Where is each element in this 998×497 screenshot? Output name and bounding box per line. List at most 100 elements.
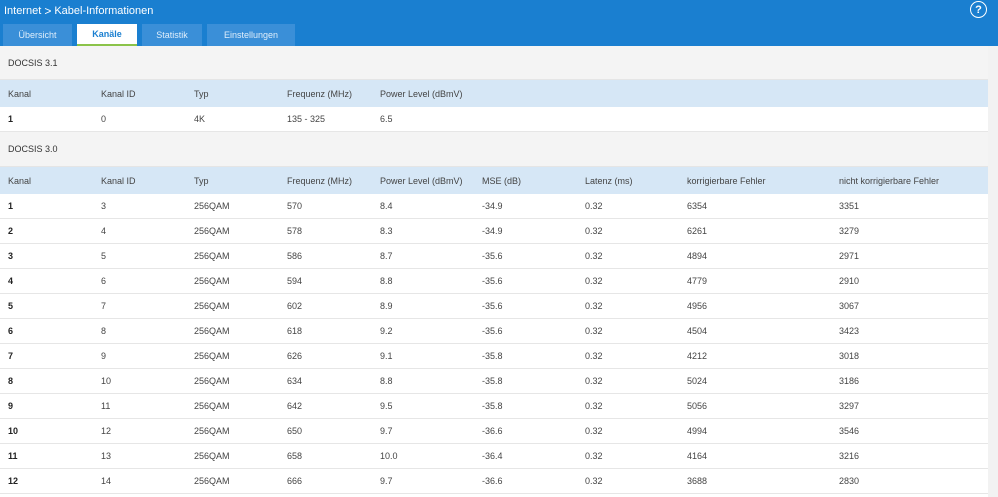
docsis30-header-cell: nicht korrigierbare Fehler xyxy=(839,175,940,186)
docsis30-cell: 602 xyxy=(287,301,303,311)
docsis31-cell: 4K xyxy=(194,114,206,124)
top-header-bar: Internet > Kabel-Informationen ? Übersic… xyxy=(0,0,998,46)
docsis30-cell: 256QAM xyxy=(194,376,230,386)
docsis30-cell: 0.32 xyxy=(585,476,603,486)
tab-uebersicht[interactable]: Übersicht xyxy=(3,24,72,46)
docsis30-cell: 634 xyxy=(287,376,303,386)
docsis30-cell: 8.8 xyxy=(380,376,393,386)
docsis30-cell: 4956 xyxy=(687,301,708,311)
docsis30-cell: 0.32 xyxy=(585,426,603,436)
docsis30-cell: 0.32 xyxy=(585,401,603,411)
docsis30-cell: 6 xyxy=(101,276,107,286)
docsis30-cell: -34.9 xyxy=(482,201,503,211)
docsis30-cell: 256QAM xyxy=(194,326,230,336)
docsis30-cell: 10.0 xyxy=(380,451,398,461)
docsis30-cell: 3067 xyxy=(839,301,860,311)
docsis30-table-row: 5 7 256QAM 602 8.9 -35.6 0.32 4956 3067 xyxy=(0,294,988,319)
docsis30-cell: 666 xyxy=(287,476,303,486)
docsis30-cell: 4 xyxy=(8,276,14,286)
docsis30-cell: 2830 xyxy=(839,476,860,486)
tab-einstellungen[interactable]: Einstellungen xyxy=(207,24,295,46)
docsis30-cell: 0.32 xyxy=(585,351,603,361)
docsis30-cell: 256QAM xyxy=(194,351,230,361)
docsis31-cell: 6.5 xyxy=(380,114,393,124)
docsis30-cell: 4 xyxy=(101,226,107,236)
docsis30-header-cell: Power Level (dBmV) xyxy=(380,175,463,186)
docsis30-cell: 256QAM xyxy=(194,301,230,311)
docsis30-cell: 642 xyxy=(287,401,303,411)
docsis30-cell: 10 xyxy=(101,376,112,386)
docsis30-section-title: DOCSIS 3.0 xyxy=(0,132,988,167)
docsis30-cell: 9.5 xyxy=(380,401,393,411)
docsis30-cell: 3546 xyxy=(839,426,860,436)
breadcrumb-current: Kabel-Informationen xyxy=(54,5,154,17)
docsis31-cell: 0 xyxy=(101,114,107,124)
docsis30-cell: 3297 xyxy=(839,401,860,411)
docsis30-cell: 9 xyxy=(101,351,107,361)
docsis30-cell: 11 xyxy=(101,401,111,411)
docsis30-cell: 2 xyxy=(8,226,14,236)
docsis31-table-row: 1 0 4K 135 - 325 6.5 xyxy=(0,107,988,132)
docsis30-cell: -35.6 xyxy=(482,251,503,261)
tab-bar: Übersicht Kanäle Statistik Einstellungen xyxy=(3,24,300,46)
docsis30-cell: 5056 xyxy=(687,401,708,411)
docsis30-cell: 3 xyxy=(101,201,107,211)
docsis30-cell: 0.32 xyxy=(585,276,603,286)
docsis30-cell: 3186 xyxy=(839,376,860,386)
docsis30-cell: 256QAM xyxy=(194,226,230,236)
docsis31-header-cell: Frequenz (MHz) xyxy=(287,88,353,99)
docsis30-cell: 5024 xyxy=(687,376,708,386)
docsis30-cell: 4994 xyxy=(687,426,708,436)
docsis30-table-row: 7 9 256QAM 626 9.1 -35.8 0.32 4212 3018 xyxy=(0,344,988,369)
docsis30-cell: 0.32 xyxy=(585,451,603,461)
docsis31-header-cell: Kanal ID xyxy=(101,88,136,99)
docsis31-header-cell: Power Level (dBmV) xyxy=(380,88,463,99)
docsis30-cell: 2971 xyxy=(839,251,860,261)
docsis30-cell: -35.8 xyxy=(482,401,503,411)
docsis30-cell: 9.1 xyxy=(380,351,393,361)
docsis30-header-cell: Latenz (ms) xyxy=(585,175,633,186)
docsis31-cell: 135 - 325 xyxy=(287,114,326,124)
docsis30-header-cell: Kanal ID xyxy=(101,175,136,186)
docsis30-table-row: 2 4 256QAM 578 8.3 -34.9 0.32 6261 3279 xyxy=(0,219,988,244)
docsis30-cell: 8.4 xyxy=(380,201,393,211)
docsis30-cell: 4164 xyxy=(687,451,708,461)
docsis30-cell: 8 xyxy=(101,326,107,336)
docsis30-cell: 0.32 xyxy=(585,301,603,311)
docsis31-table-header: Kanal Kanal ID Typ Frequenz (MHz) Power Leve… xyxy=(0,80,988,107)
docsis30-cell: 650 xyxy=(287,426,303,436)
docsis30-table-row: 11 13 256QAM 658 10.0 -36.4 0.32 4164 3216 xyxy=(0,444,988,469)
channel-content: DOCSIS 3.1 Kanal Kanal ID Typ Frequenz (MHz… xyxy=(0,46,988,494)
docsis30-cell: 14 xyxy=(101,476,112,486)
docsis30-cell: 3 xyxy=(8,251,14,261)
docsis30-cell: -36.6 xyxy=(482,426,503,436)
docsis30-cell: -35.8 xyxy=(482,351,503,361)
docsis30-cell: -35.6 xyxy=(482,326,503,336)
docsis30-cell: 0.32 xyxy=(585,251,603,261)
docsis30-cell: 11 xyxy=(8,451,18,461)
help-icon[interactable]: ? xyxy=(970,1,987,18)
docsis30-cell: 9 xyxy=(8,401,14,411)
docsis30-cell: 8 xyxy=(8,376,14,386)
docsis30-cell: 3423 xyxy=(839,326,860,336)
vertical-scrollbar[interactable] xyxy=(988,46,998,497)
docsis30-table-row: 6 8 256QAM 618 9.2 -35.6 0.32 4504 3423 xyxy=(0,319,988,344)
docsis30-cell: 9.2 xyxy=(380,326,393,336)
docsis30-cell: -35.6 xyxy=(482,301,503,311)
docsis30-table-body: 1 3 256QAM 570 8.4 -34.9 0.32 6354 3351 2 4 256QAM 5… xyxy=(0,194,988,494)
docsis30-cell: 9.7 xyxy=(380,476,393,486)
docsis30-cell: 570 xyxy=(287,201,303,211)
docsis30-cell: -35.8 xyxy=(482,376,503,386)
docsis30-cell: 1 xyxy=(8,201,14,211)
breadcrumb-separator: > xyxy=(44,4,52,18)
tab-statistik[interactable]: Statistik xyxy=(142,24,202,46)
docsis31-table-body: 1 0 4K 135 - 325 6.5 xyxy=(0,107,988,132)
docsis30-cell: 256QAM xyxy=(194,476,230,486)
docsis30-cell: 5 xyxy=(101,251,107,261)
docsis30-cell: 4779 xyxy=(687,276,708,286)
docsis30-header-cell: MSE (dB) xyxy=(482,175,522,186)
tab-kanaele[interactable]: Kanäle xyxy=(77,24,137,46)
docsis30-table-row: 10 12 256QAM 650 9.7 -36.6 0.32 4994 3546 xyxy=(0,419,988,444)
docsis30-cell: -34.9 xyxy=(482,226,503,236)
breadcrumb-parent[interactable]: Internet xyxy=(4,5,41,17)
